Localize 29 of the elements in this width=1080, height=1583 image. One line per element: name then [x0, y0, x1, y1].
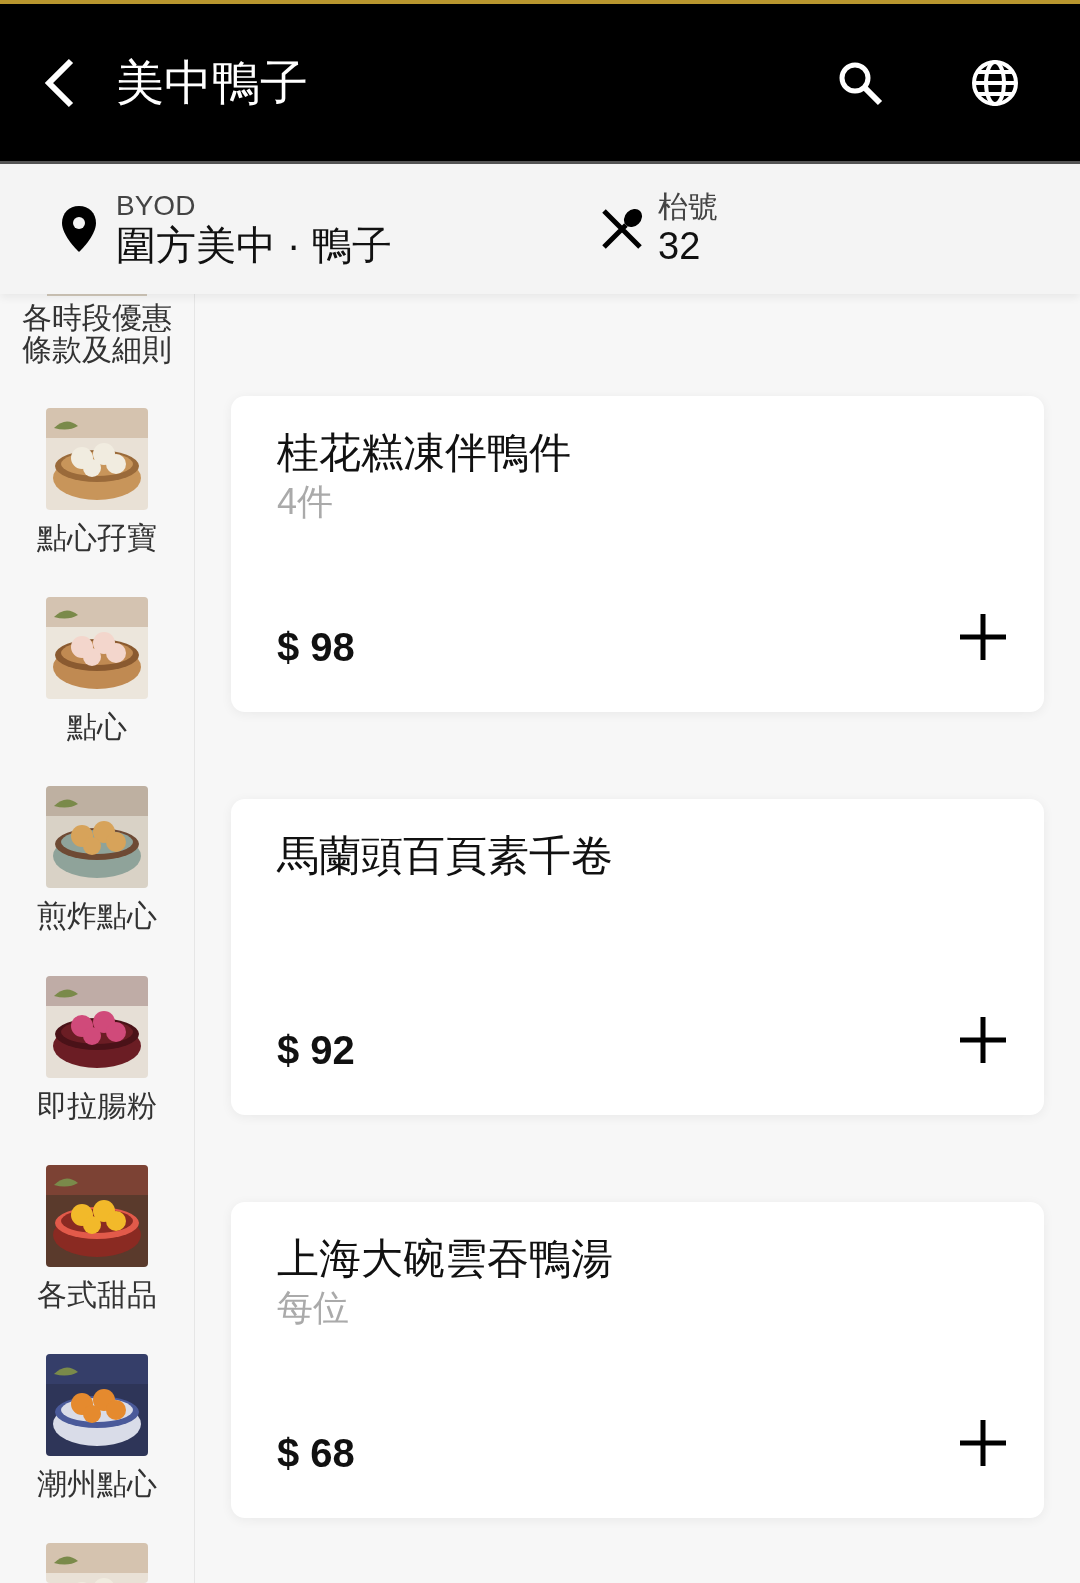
table-number: 32	[658, 224, 702, 268]
item-price: $ 98	[277, 624, 355, 671]
category-label[interactable]: 各式甜品	[37, 1276, 157, 1313]
category-label[interactable]: 點心孖寶	[37, 520, 157, 556]
location-label: BYOD	[116, 190, 197, 222]
category-label[interactable]: 煎炸點心	[37, 898, 157, 935]
table-label: 枱號	[658, 190, 718, 224]
add-icon[interactable]	[958, 1418, 1008, 1468]
item-unit: 4件	[277, 480, 335, 524]
location-name: 圍方美中 · 鴨子	[116, 222, 392, 268]
item-price: $ 68	[277, 1430, 355, 1477]
globe-icon[interactable]	[970, 57, 1020, 108]
item-name: 桂花糕凍伴鴨件	[277, 428, 572, 478]
category-label[interactable]: 各時段優惠條款及細則	[17, 302, 177, 366]
category-label[interactable]: 潮州點心	[37, 1466, 157, 1502]
menu-item-card[interactable]: 上海大碗雲吞鴨湯 每位 $ 68	[231, 1202, 1044, 1518]
category-label[interactable]: 即拉腸粉	[37, 1087, 157, 1124]
menu-item-card[interactable]: 馬蘭頭百頁素千卷 $ 92	[231, 799, 1044, 1115]
cutlery-icon	[600, 207, 644, 251]
header-title: 美中鴨子	[116, 54, 309, 111]
item-name: 上海大碗雲吞鴨湯	[277, 1234, 614, 1284]
add-icon[interactable]	[958, 612, 1008, 662]
location-pin-icon	[62, 206, 96, 252]
item-unit: 每位	[277, 1286, 350, 1330]
item-name: 馬蘭頭百頁素千卷	[277, 831, 614, 881]
add-icon[interactable]	[958, 1015, 1008, 1065]
category-label[interactable]: 點心	[67, 709, 127, 746]
item-price: $ 92	[277, 1027, 355, 1074]
menu-item-card[interactable]: 桂花糕凍伴鴨件 4件 $ 98	[231, 396, 1044, 712]
